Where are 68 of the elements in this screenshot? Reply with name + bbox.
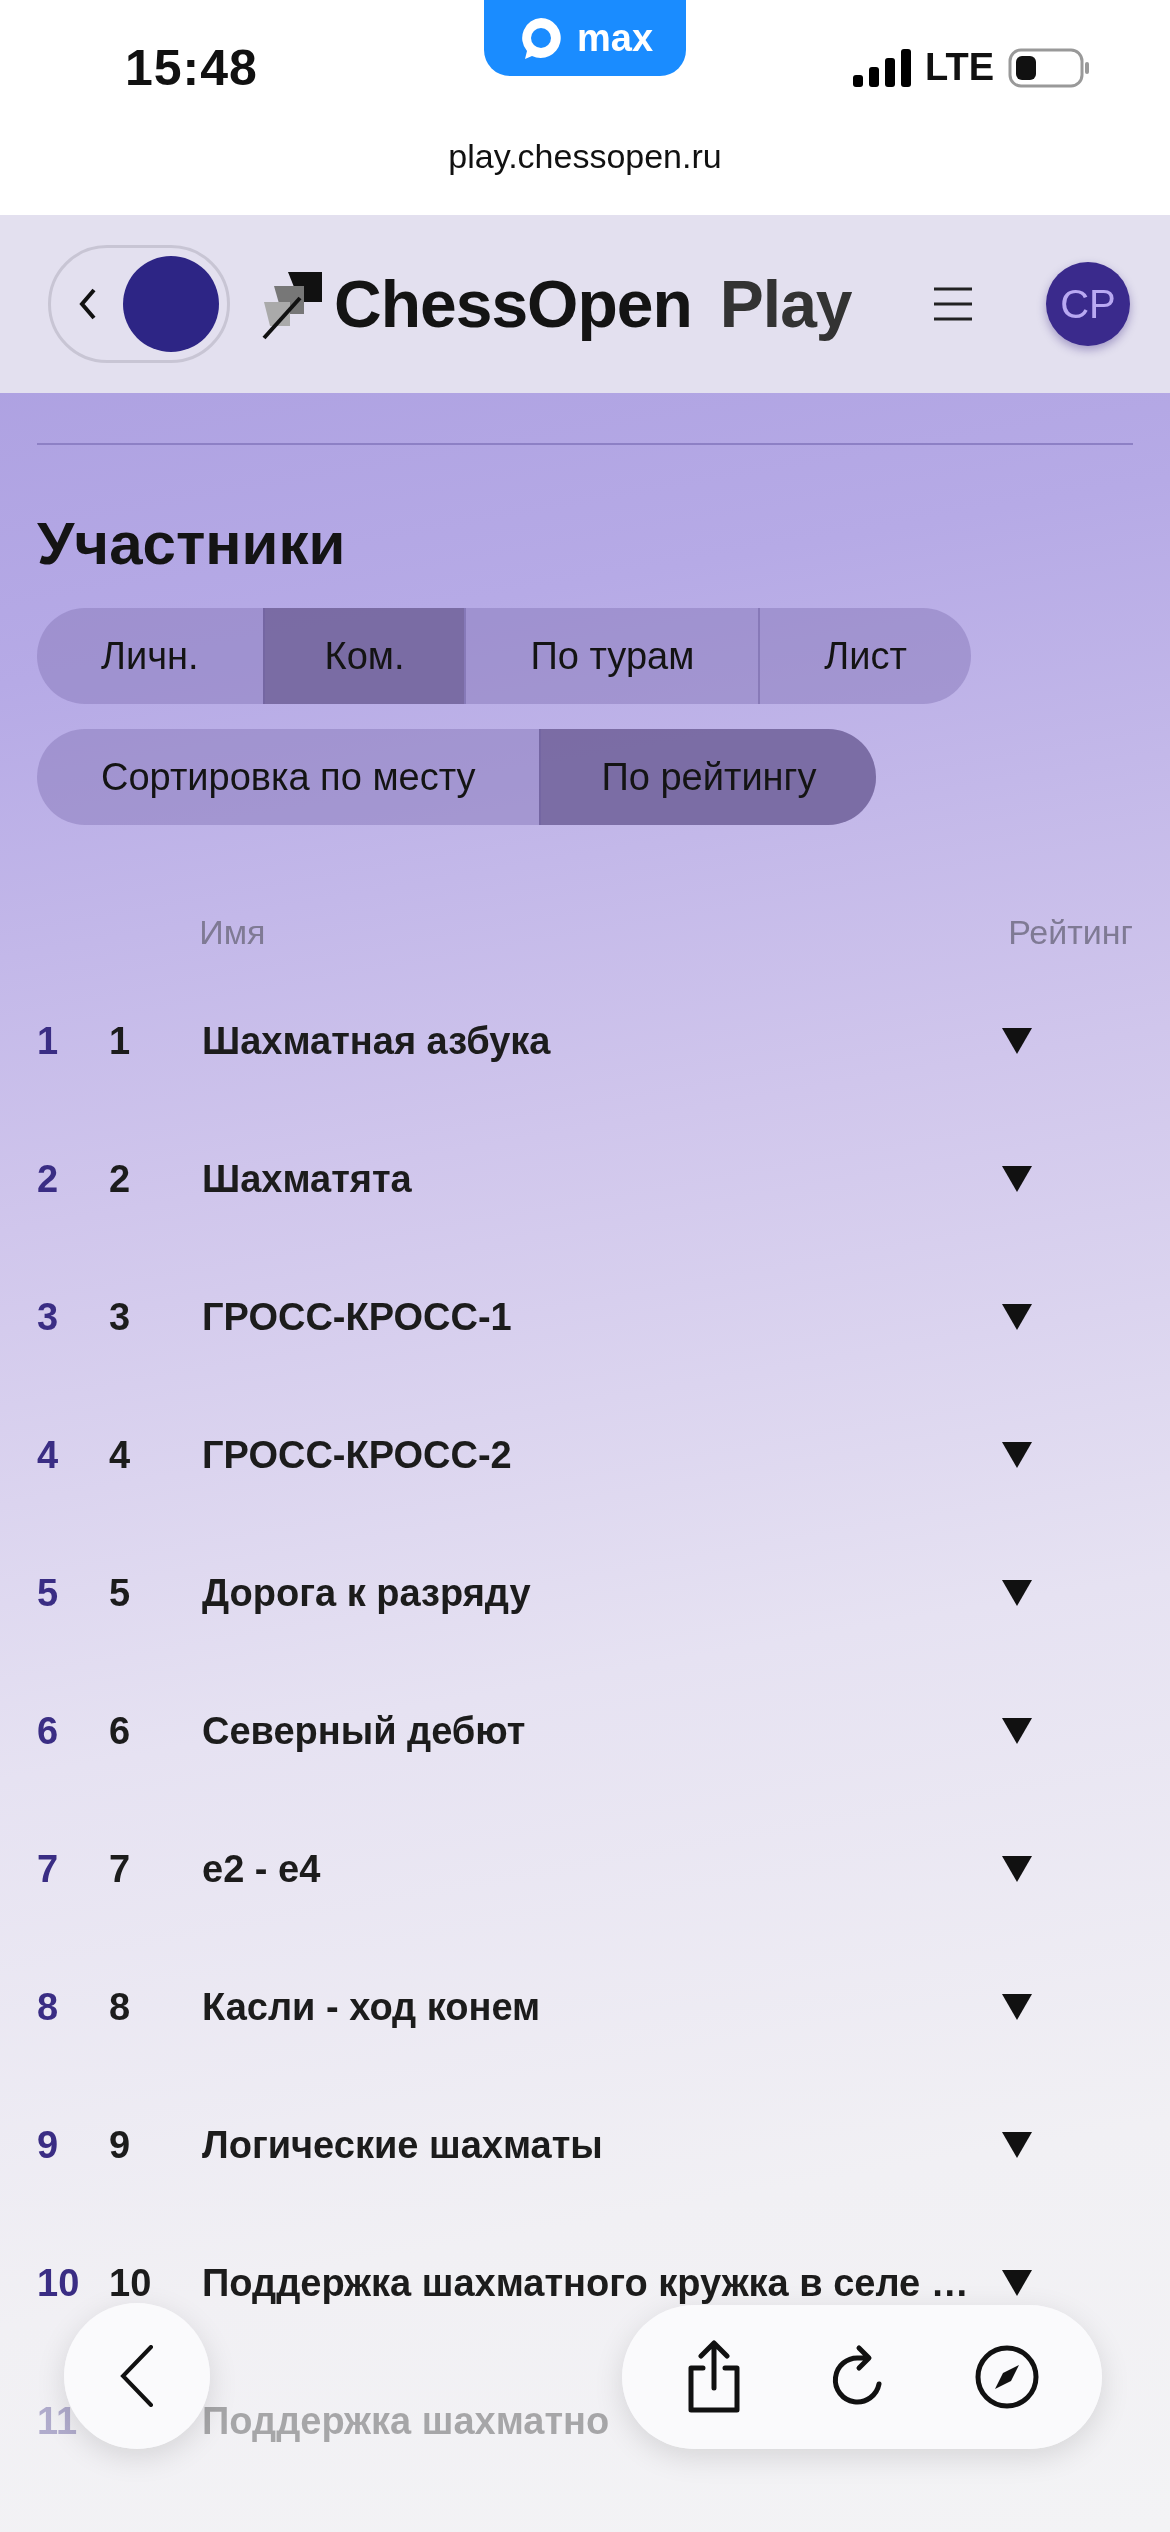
column-header: Имя (199, 912, 267, 952)
view-tab[interactable]: По турам (464, 608, 759, 704)
battery-icon (1008, 47, 1090, 88)
caret-down-icon[interactable] (1002, 1856, 1032, 1882)
team-name: Касли - ход конем (202, 1985, 542, 2029)
place-number: 7 (37, 1847, 60, 1891)
place-number: 9 (37, 2123, 60, 2167)
rank-number: 9 (109, 2123, 131, 2166)
team-name: ГРОСС-КРОСС-2 (202, 1433, 513, 1477)
place-number: 3 (37, 1295, 60, 1339)
team-name: Поддержка шахматно (202, 2399, 611, 2443)
signal-icon (853, 48, 912, 87)
back-button[interactable] (48, 245, 230, 363)
rank-number: 2 (109, 1157, 131, 1200)
address-url[interactable]: play.chessopen.ru (448, 137, 722, 176)
rank-number: 8 (109, 1985, 131, 2028)
view-tab[interactable]: Личн. (37, 608, 263, 704)
rank-number: 6 (109, 1709, 131, 1752)
compass-icon (975, 2345, 1039, 2409)
menu-icon (934, 287, 972, 321)
menu-button[interactable] (934, 287, 972, 321)
team-name: Шахматная азбука (202, 1019, 552, 1063)
chevron-left-icon (79, 288, 97, 320)
chevron-left-icon (120, 2345, 154, 2407)
team-name: Шахматята (202, 1157, 413, 1201)
logo-icon (123, 256, 219, 352)
rank-number: 1 (109, 1019, 131, 1062)
sort-tab[interactable]: Сортировка по месту (37, 729, 540, 825)
caret-down-icon[interactable] (1002, 1166, 1032, 1192)
rank-number: 5 (109, 1571, 131, 1614)
sort-tab[interactable]: По рейтингу (539, 729, 877, 825)
rank-number: 4 (109, 1433, 131, 1476)
caret-down-icon[interactable] (1002, 1718, 1032, 1744)
view-tab[interactable]: Лист (758, 608, 971, 704)
app-badge[interactable]: max (484, 0, 686, 76)
team-name: Логические шахматы (202, 2123, 604, 2167)
network-label: LTE (925, 46, 994, 89)
team-name: Северный дебют (202, 1709, 527, 1753)
place-number: 4 (37, 1433, 60, 1477)
caret-down-icon[interactable] (1002, 2270, 1032, 2296)
place-number: 1 (37, 1019, 60, 1063)
caret-down-icon[interactable] (1002, 1580, 1032, 1606)
caret-down-icon[interactable] (1002, 1304, 1032, 1330)
caret-down-icon[interactable] (1002, 1028, 1032, 1054)
place-number: 11 (37, 2399, 79, 2443)
brand-name: ChessOpen (334, 266, 692, 342)
place-number: 6 (37, 1709, 60, 1753)
caret-down-icon[interactable] (1002, 1994, 1032, 2020)
compass-button[interactable] (975, 2345, 1039, 2409)
team-name: Дорога к разряду (202, 1571, 532, 1615)
user-avatar[interactable]: CP (1046, 262, 1130, 346)
rank-number: 7 (109, 1847, 131, 1890)
view-tab[interactable]: Ком. (262, 608, 465, 704)
rank-number: 3 (109, 1295, 131, 1338)
page-title: Участники (37, 509, 347, 578)
status-time: 15:48 (125, 38, 258, 97)
place-number: 2 (37, 1157, 60, 1201)
team-name: Поддержка шахматного кружка в селе … (202, 2261, 970, 2305)
team-name: ГРОСС-КРОСС-1 (202, 1295, 513, 1339)
place-number: 10 (37, 2261, 81, 2305)
place-number: 5 (37, 1571, 60, 1615)
team-name: e2 - e4 (202, 1847, 322, 1891)
place-number: 8 (37, 1985, 60, 2029)
column-header: Рейтинг (1008, 912, 1133, 952)
brand-suffix: Play (719, 266, 852, 342)
caret-down-icon[interactable] (1002, 2132, 1032, 2158)
caret-down-icon[interactable] (1002, 1442, 1032, 1468)
rank-number: 10 (109, 2261, 152, 2304)
